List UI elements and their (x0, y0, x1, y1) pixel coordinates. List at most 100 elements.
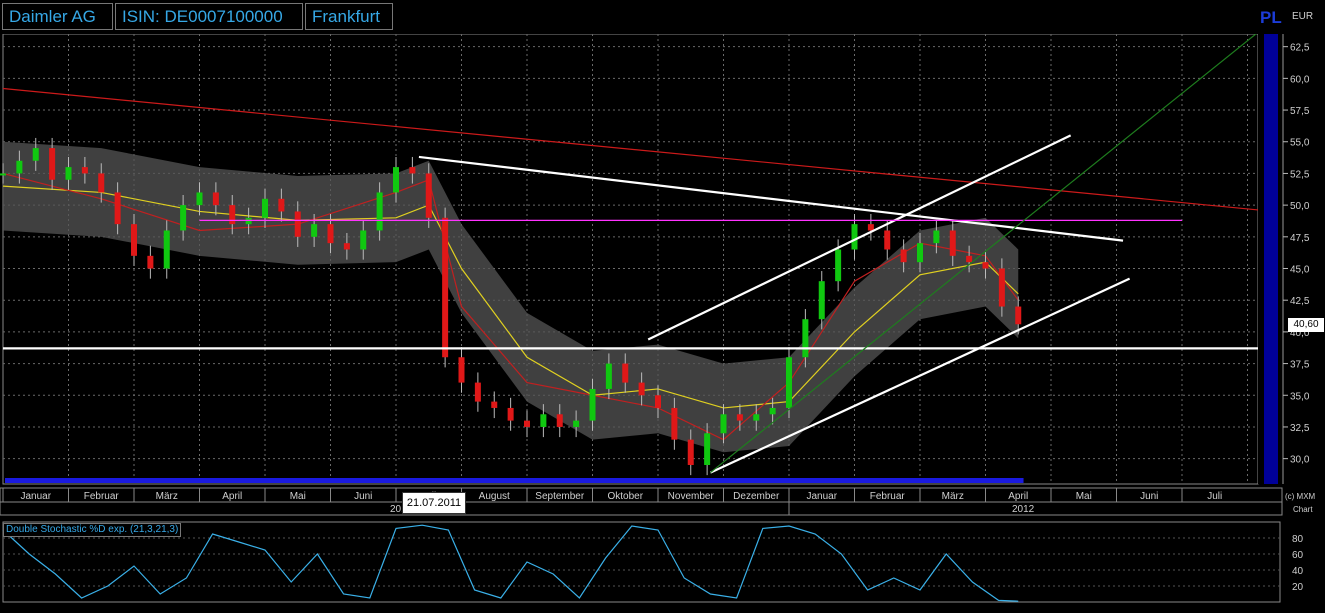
candle-body (818, 281, 825, 320)
candle-body (884, 230, 891, 250)
price-chart[interactable]: 30,032,535,037,540,042,545,047,550,052,5… (0, 34, 1325, 520)
candle-body (163, 230, 170, 269)
candle-body (753, 414, 760, 421)
last-price-badge: 40,60 (1288, 318, 1324, 332)
month-label: Februar (870, 491, 906, 502)
candle-body (736, 414, 743, 421)
month-label: November (668, 491, 715, 502)
month-label: März (942, 491, 964, 502)
price-tick-label: 57,5 (1290, 106, 1310, 117)
candle-body (131, 224, 137, 256)
candle-body (262, 198, 268, 218)
candle-body (622, 363, 629, 383)
candle-body (180, 205, 187, 231)
candle-body (835, 249, 842, 282)
candle-body (556, 414, 563, 427)
currency-label: EUR (1292, 11, 1314, 22)
candle-body (720, 414, 727, 434)
candle-body (409, 167, 416, 174)
price-tick-label: 50,0 (1290, 201, 1310, 212)
candle-body (769, 407, 776, 415)
candle-body (196, 192, 203, 206)
candle-body (98, 173, 105, 193)
price-tick-label: 30,0 (1290, 455, 1310, 466)
price-tick-label: 37,5 (1290, 360, 1310, 371)
candle-body (311, 224, 318, 237)
candle-body (917, 243, 923, 263)
candle-body (212, 192, 219, 206)
candle-body (638, 382, 645, 396)
copyright-label: (c) MXM (1285, 492, 1316, 501)
candle-body (540, 414, 547, 427)
year-label-2012: 2012 (1012, 504, 1035, 515)
candle-body (278, 198, 285, 212)
month-label: April (222, 491, 242, 502)
candle-body (393, 167, 399, 193)
candle-body (589, 388, 596, 421)
candle-body (16, 160, 23, 174)
candle-body (0, 173, 6, 176)
month-label: August (479, 491, 510, 502)
candle-body (949, 230, 956, 256)
candle-body (147, 255, 154, 269)
month-label: Mai (1076, 491, 1092, 502)
pl-marker: PL (1260, 8, 1282, 27)
oscillator-chart[interactable]: 20 40 60 80 (0, 520, 1325, 613)
candle-body (114, 192, 121, 225)
isin-label: ISIN: DE0007100000 (115, 3, 303, 30)
price-tick-label: 47,5 (1290, 233, 1310, 244)
month-label: Januar (806, 491, 837, 502)
volume-profile (1264, 34, 1278, 484)
price-tick-label: 45,0 (1290, 265, 1310, 276)
candle-body (933, 230, 940, 244)
month-label: Februar (84, 491, 120, 502)
month-label: April (1008, 491, 1028, 502)
price-tick-label: 52,5 (1290, 169, 1310, 180)
month-label: September (535, 491, 585, 502)
candle-body (998, 268, 1005, 307)
candle-body (458, 357, 465, 383)
candle-body (573, 420, 580, 427)
candle-body (786, 357, 792, 408)
year-axis (0, 501, 1283, 516)
candle-body (802, 319, 809, 358)
candle-body (982, 262, 989, 269)
osc-tick-label: 40 (1292, 566, 1304, 577)
candle-body (49, 148, 56, 180)
volume-baseline (5, 478, 1024, 483)
price-tick-label: 55,0 (1290, 138, 1310, 149)
exchange-label[interactable]: Frankfurt (305, 3, 393, 30)
osc-frame (2, 521, 1281, 603)
candle-body (81, 167, 88, 174)
candle-body (605, 363, 612, 389)
candle-body (867, 224, 874, 231)
month-label: Juli (1207, 491, 1222, 502)
crosshair-date: 21.07.2011 (402, 492, 466, 514)
candle-body (655, 395, 661, 408)
month-label: Juni (1140, 491, 1158, 502)
month-label: Januar (20, 491, 51, 502)
month-label: Dezember (733, 491, 780, 502)
price-tick-label: 32,5 (1290, 423, 1310, 434)
header-bar: Daimler AG ISIN: DE0007100000 Frankfurt … (0, 0, 1325, 34)
candle-body (851, 224, 858, 250)
oscillator-title: Double Stochastic %D exp. (21,3,21,3) (3, 523, 182, 537)
candle-body (900, 249, 907, 263)
candle-body (376, 192, 383, 231)
price-tick-label: 60,0 (1290, 74, 1310, 85)
candle-body (343, 243, 350, 250)
candle-body (245, 217, 252, 225)
osc-tick-label: 80 (1292, 534, 1304, 545)
candle-body (425, 173, 432, 218)
candle-body (524, 420, 530, 427)
candle-body (65, 167, 72, 180)
candle-body (294, 211, 301, 237)
candle-body (229, 205, 236, 225)
candle-body (474, 382, 481, 402)
candle-body (1015, 306, 1022, 325)
candle-body (327, 224, 334, 244)
price-tick-label: 42,5 (1290, 296, 1310, 307)
month-label: Mai (290, 491, 306, 502)
candle-body (704, 433, 711, 465)
price-tick-label: 62,5 (1290, 43, 1310, 54)
